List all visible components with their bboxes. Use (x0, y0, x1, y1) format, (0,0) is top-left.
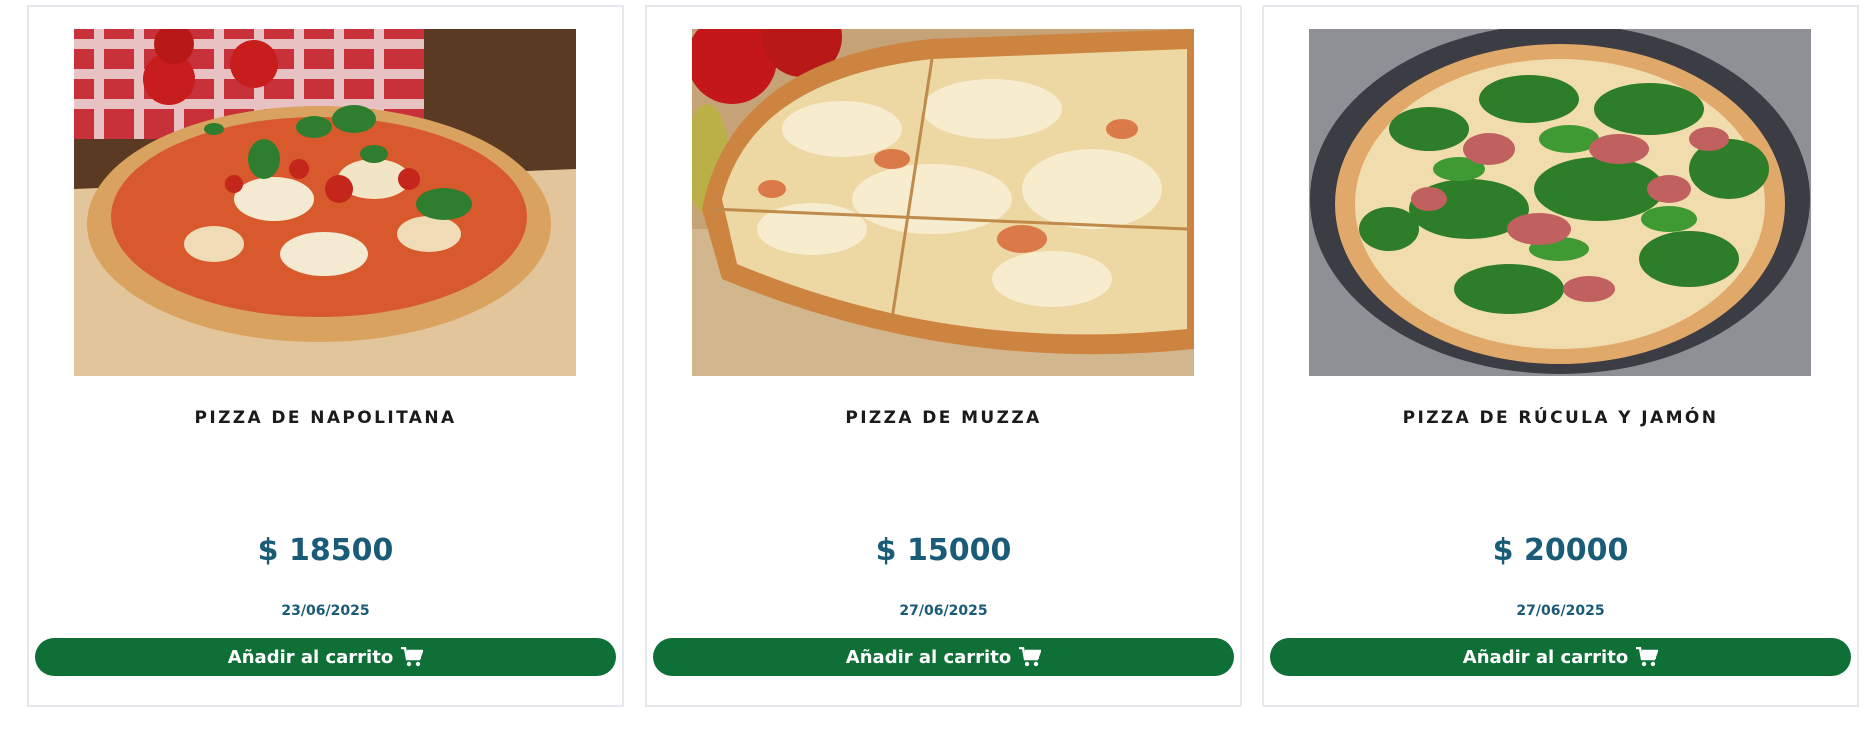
product-price: $ 20000 (1492, 533, 1629, 568)
product-card: PIZZA DE RÚCULA Y JAMÓN $ 20000 27/06/20… (1262, 5, 1859, 707)
product-date: 27/06/2025 (899, 603, 988, 619)
product-name: PIZZA DE RÚCULA Y JAMÓN (1402, 408, 1719, 428)
product-price: $ 18500 (257, 533, 394, 568)
product-image[interactable] (692, 29, 1194, 376)
product-date: 27/06/2025 (1516, 603, 1605, 619)
add-to-cart-button[interactable]: Añadir al carrito (35, 638, 616, 676)
add-to-cart-label: Añadir al carrito (845, 646, 1012, 668)
product-grid: PIZZA DE NAPOLITANA $ 18500 23/06/2025 A… (0, 0, 1870, 729)
add-to-cart-label: Añadir al carrito (1462, 646, 1629, 668)
product-name: PIZZA DE MUZZA (845, 408, 1042, 428)
product-card: PIZZA DE MUZZA $ 15000 27/06/2025 Añadir… (645, 5, 1242, 707)
add-to-cart-label: Añadir al carrito (227, 646, 394, 668)
product-price: $ 15000 (875, 533, 1012, 568)
product-image[interactable] (74, 29, 576, 376)
add-to-cart-button[interactable]: Añadir al carrito (653, 638, 1234, 676)
shopping-cart-icon (1636, 647, 1659, 667)
product-name: PIZZA DE NAPOLITANA (194, 408, 457, 428)
product-date: 23/06/2025 (281, 603, 370, 619)
product-card: PIZZA DE NAPOLITANA $ 18500 23/06/2025 A… (27, 5, 624, 707)
product-image[interactable] (1309, 29, 1811, 376)
shopping-cart-icon (401, 647, 424, 667)
add-to-cart-button[interactable]: Añadir al carrito (1270, 638, 1851, 676)
shopping-cart-icon (1019, 647, 1042, 667)
